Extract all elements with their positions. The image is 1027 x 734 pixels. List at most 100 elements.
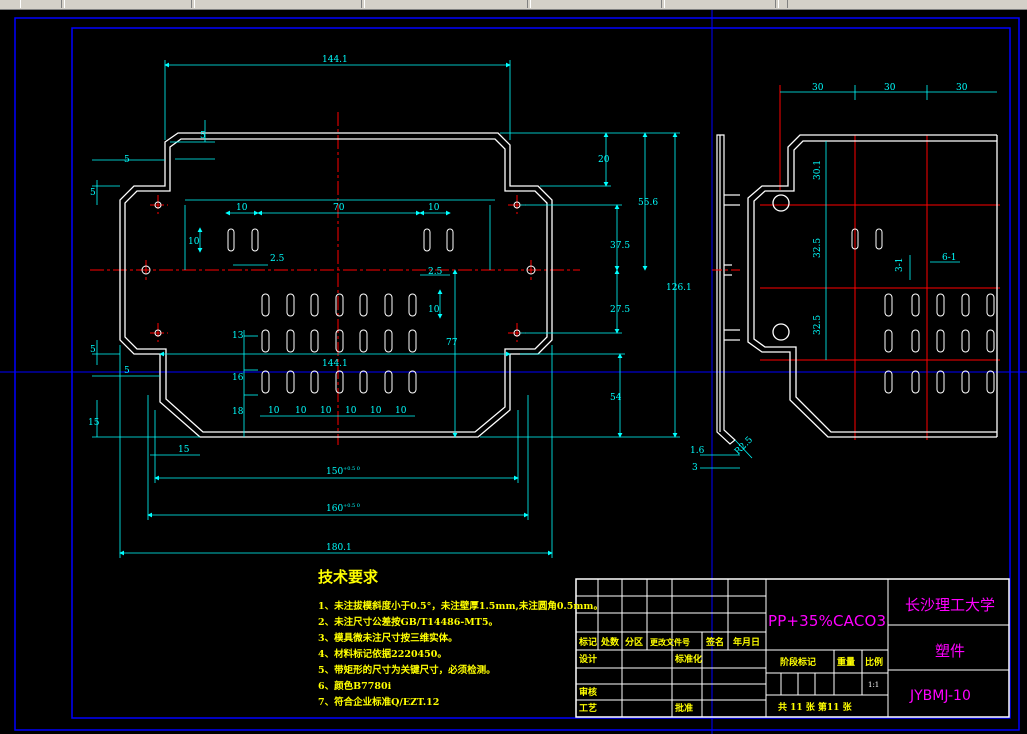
slot [408,370,417,394]
dim-32-5a: 32.5 [813,238,823,258]
tb-standardize: 标准化 [674,653,702,665]
tech-item: 4、材料标记依据2220450。 [318,649,447,660]
dim-3-1: 3-1 [895,258,905,273]
toolbar-segment[interactable] [664,0,776,8]
window-toolbar-strip [0,0,1027,10]
tech-item: 7、符合企业标准Q/EZT.12 [318,697,440,708]
dim-1-6: 1.6 [690,446,705,456]
dim-pitch: 10 [320,406,332,416]
slot [408,329,417,353]
dim-top-30: 30 [884,83,896,93]
tol-160: +0.5 0 [343,503,360,509]
dim-37-5: 37.5 [610,241,630,251]
dim-16: 16 [232,373,244,383]
slot [446,228,454,252]
part-name: 塑件 [935,642,965,660]
drawing-number: JYBMJ-10 [909,688,971,704]
slot [335,370,344,394]
tb-scale-value: 1:1 [868,681,879,689]
tech-requirements-title: 技术要求 [318,568,379,586]
slot [261,370,270,394]
slot [884,329,893,353]
tb-sheets: 共 11 张 第11 张 [778,701,853,713]
dim-pitch: 10 [395,406,407,416]
dim-top-small: 5 [200,131,206,141]
toolbar-segment[interactable] [64,0,192,8]
dim-left-5c: 5 [124,366,130,376]
dim-slot-w1: 10 [236,203,248,213]
tb-design: 设计 [579,653,597,665]
dim-gap-a: 2.5 [270,254,285,264]
dim-10: 10 [428,305,440,315]
dim-180: 180.1 [326,543,352,553]
dim-r2-5: R2.5 [733,435,755,457]
slot [286,293,295,317]
slot [359,370,368,394]
slot [911,329,920,353]
dim-left-notch: 5 [124,155,130,165]
detail-view: 30 30 30 30.1 32.5 32.5 3-1 6-1 [747,83,1000,440]
slot [961,370,970,394]
dim-left-vert: 5 [90,188,96,198]
tb-stage-mark: 阶段标记 [780,656,816,668]
tb-header: 年月日 [733,636,760,648]
slot [986,370,995,394]
tb-header: 处数 [600,636,620,648]
front-view: 144.1 5 5 5 20 55.6 126.1 10 70 10 10 2.… [88,55,692,558]
dim-15b: 15 [178,445,190,455]
dim-18: 18 [232,407,244,417]
material-label: PP+35%CACO3 [768,612,886,630]
tb-header: 分区 [625,636,643,648]
tech-item: 2、未注尺寸公差按GB/T14486-MT5。 [318,617,498,628]
dim-150: 150 [326,467,343,477]
slot [310,370,319,394]
toolbar-segment[interactable] [364,0,528,8]
slot [335,329,344,353]
dim-13: 13 [232,331,244,341]
slot [251,228,259,252]
toolbar-segment[interactable] [194,0,362,8]
toolbar-segment[interactable] [778,0,788,8]
tol-150: +0.5 0 [343,466,360,472]
dim-160: 160 [326,504,343,514]
tb-header: 更改文件号 [650,637,690,647]
school-name: 长沙理工大学 [905,596,995,614]
slot [961,329,970,353]
dim-pitch: 10 [268,406,280,416]
slot [310,293,319,317]
dim-3: 3 [692,463,698,473]
front-dimension-lines [92,60,680,558]
dim-32-5b: 32.5 [813,315,823,335]
slot [227,228,235,252]
slot [986,293,995,317]
slot [335,293,344,317]
toolbar-segment[interactable] [530,0,662,8]
front-centerlines [90,112,580,445]
slot [961,293,970,317]
tech-item: 1、未注拔模斜度小于0.5°，未注壁厚1.5mm,未注圆角0.5mm。 [318,601,603,612]
slot [384,293,393,317]
dim-top-30: 30 [812,83,824,93]
dim-gap-b: 2.5 [428,267,443,277]
tb-header: 标记 [578,636,597,648]
slot [911,293,920,317]
dim-54: 54 [610,393,622,403]
slot [286,329,295,353]
slot [936,293,945,317]
dim-55-6: 55.6 [638,198,658,208]
dim-126-1: 126.1 [666,283,692,293]
dim-slot-h: 10 [188,237,200,247]
dim-6-1: 6-1 [942,253,957,263]
slot [936,370,945,394]
slot [359,293,368,317]
slot [423,228,431,252]
dim-inner-144: 144.1 [322,359,348,369]
slot [936,329,945,353]
cad-drawing-canvas[interactable]: 144.1 5 5 5 20 55.6 126.1 10 70 10 10 2.… [0,10,1027,734]
slot [408,293,417,317]
dim-top-30: 30 [956,83,968,93]
toolbar-segment[interactable] [20,0,62,8]
tech-item: 5、带矩形的尺寸为关键尺寸，必须检测。 [318,665,496,676]
dim-27-5: 27.5 [610,305,630,315]
side-view: 1.6 3 R2.5 [690,134,755,473]
